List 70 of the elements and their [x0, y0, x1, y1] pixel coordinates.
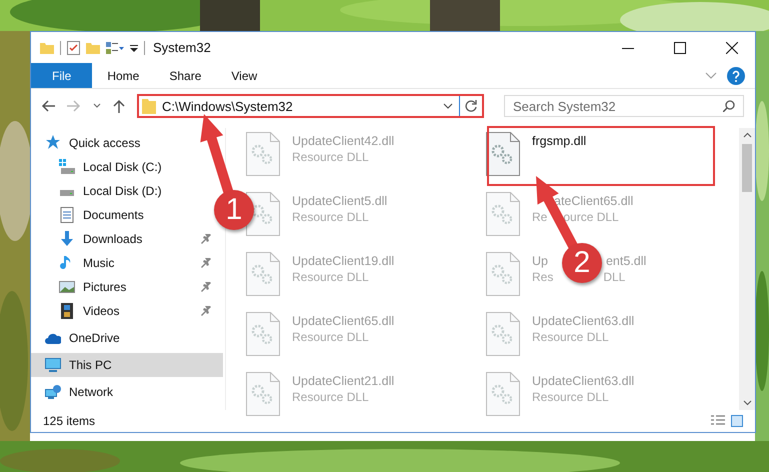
- close-icon[interactable]: [726, 42, 738, 54]
- dll-file-icon: [486, 372, 520, 416]
- dropdown-chevron-icon[interactable]: [443, 103, 453, 109]
- file-type: DLL: [603, 270, 626, 284]
- checklist-icon[interactable]: [67, 40, 80, 54]
- sidebar-item[interactable]: Documents: [83, 208, 144, 222]
- sidebar-item[interactable]: Local Disk (D:): [83, 184, 162, 198]
- window-title: System32: [153, 40, 211, 55]
- folder-icon: [40, 42, 54, 54]
- large-icons-view-icon[interactable]: [731, 415, 743, 427]
- scrollbar[interactable]: [739, 128, 755, 410]
- file-menu-button[interactable]: File: [31, 63, 92, 88]
- item-count: 125 items: [43, 414, 96, 428]
- file-type: Resource DLL: [292, 150, 369, 164]
- search-field[interactable]: Search System32: [504, 95, 744, 117]
- star-icon: [45, 135, 61, 151]
- sidebar-item[interactable]: Videos: [83, 304, 120, 318]
- file-type: Re: [532, 210, 548, 224]
- sidebar-item[interactable]: Quick access: [69, 136, 140, 150]
- file-type: Resource DLL: [292, 330, 369, 344]
- computer-icon: [45, 357, 61, 373]
- scroll-thumb[interactable]: [742, 144, 752, 192]
- scroll-up-icon[interactable]: [742, 132, 752, 138]
- file-type: Res: [532, 270, 554, 284]
- dll-file-icon: [246, 372, 280, 416]
- file-type: Resource DLL: [292, 270, 369, 284]
- sidebar-item[interactable]: Local Disk (C:): [83, 160, 162, 174]
- up-arrow-icon[interactable]: [113, 99, 125, 113]
- recent-chevron-icon[interactable]: [93, 103, 101, 109]
- ribbon-tab[interactable]: Share: [154, 63, 216, 88]
- sidebar-item[interactable]: Pictures: [83, 280, 126, 294]
- ribbon-tab[interactable]: View: [216, 63, 272, 88]
- expand-ribbon-icon[interactable]: [705, 72, 717, 80]
- sidebar-item[interactable]: This PC: [69, 358, 112, 372]
- folder-icon: [142, 98, 156, 114]
- dll-file-icon: [246, 312, 280, 356]
- address-bar[interactable]: C:\Windows\System32: [137, 94, 484, 118]
- film-icon: [59, 303, 75, 319]
- scroll-down-icon[interactable]: [742, 400, 752, 406]
- back-arrow-icon[interactable]: [41, 100, 55, 112]
- file-type: Resource DLL: [532, 330, 609, 344]
- document-icon: [59, 207, 75, 223]
- ribbon-tab[interactable]: Home: [92, 63, 154, 88]
- details-view-icon[interactable]: [711, 415, 725, 427]
- file-type: Resource DLL: [532, 390, 609, 404]
- network-icon: [45, 384, 61, 400]
- dropdown-icon[interactable]: [130, 44, 138, 52]
- file-type: ource DLL: [563, 210, 619, 224]
- drive-icon: [59, 159, 75, 175]
- help-icon[interactable]: [727, 66, 745, 84]
- download-arrow-icon: [59, 231, 75, 247]
- dll-file-icon: [246, 252, 280, 296]
- file-type: Resource DLL: [292, 210, 369, 224]
- sidebar-item[interactable]: Network: [69, 385, 114, 399]
- dll-file-icon: [486, 252, 520, 296]
- sidebar-item[interactable]: Downloads: [83, 232, 142, 246]
- dll-file-icon: [486, 312, 520, 356]
- sidebar-item[interactable]: Music: [83, 256, 114, 270]
- file-type: Resource DLL: [292, 390, 369, 404]
- search-icon: [723, 100, 735, 112]
- file-name[interactable]: frgsmp.dll: [532, 134, 586, 148]
- address-path: C:\Windows\System32: [162, 98, 293, 114]
- maximize-icon[interactable]: [674, 42, 686, 54]
- dll-file-icon: [486, 132, 520, 176]
- properties-icon[interactable]: [106, 42, 124, 54]
- dll-file-icon: [246, 132, 280, 176]
- sidebar-item[interactable]: OneDrive: [69, 331, 120, 345]
- picture-icon: [59, 279, 75, 295]
- dll-file-icon: [486, 192, 520, 236]
- refresh-icon: [465, 100, 477, 112]
